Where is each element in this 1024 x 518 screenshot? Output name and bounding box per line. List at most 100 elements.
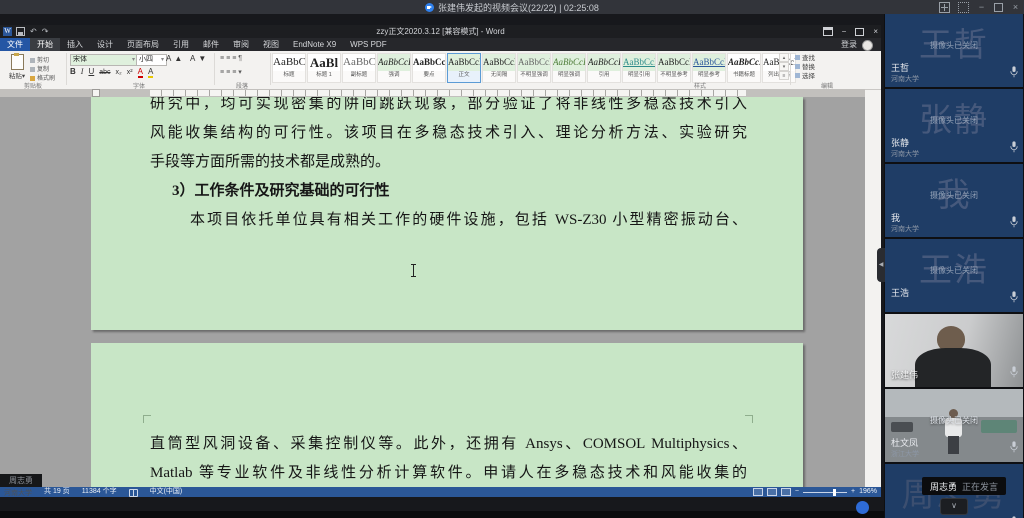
style-chip[interactable]: AaBbCcDc强调 xyxy=(377,53,411,83)
maximize-button[interactable] xyxy=(994,3,1003,12)
grow-font-button[interactable]: A▲ xyxy=(166,54,185,63)
style-chip[interactable]: AaBbCcDc不明显强调 xyxy=(517,53,551,83)
zoom-in-button[interactable]: + xyxy=(851,487,855,497)
print-layout-icon[interactable] xyxy=(767,488,777,496)
zoom-slider[interactable] xyxy=(803,492,847,493)
word-minimize-button[interactable]: − xyxy=(842,27,847,36)
cut-button[interactable]: 剪切 xyxy=(30,55,49,64)
ribbon-tab[interactable]: 邮件 xyxy=(196,38,226,51)
participant-tile[interactable]: 王哲 摄像头已关闭 王哲 河南大学 xyxy=(885,14,1023,87)
paragraph-list-icons[interactable]: ≡≡≡¶ xyxy=(220,55,244,62)
ribbon-tab[interactable]: EndNote X9 xyxy=(286,38,343,51)
bold-button[interactable]: B xyxy=(70,67,76,76)
ribbon-home: 粘贴▾ 剪切 复制 格式刷 剪贴板 宋体▾ 小四▾ A▲ A▼ B I U xyxy=(0,51,881,90)
language-status[interactable]: 中文(中国) xyxy=(150,487,183,497)
style-chip[interactable]: AaBbCcDc正文 xyxy=(447,53,481,83)
participant-tile[interactable]: 我 摄像头已关闭 我 河南大学 xyxy=(885,164,1023,237)
fullscreen-icon[interactable] xyxy=(958,2,969,13)
text-highlight-button[interactable]: A xyxy=(148,67,153,78)
word-restore-button[interactable] xyxy=(855,28,864,36)
find-button[interactable]: 查找 xyxy=(795,54,815,63)
microphone-icon xyxy=(1010,365,1018,383)
horizontal-ruler[interactable] xyxy=(0,89,865,97)
styles-gallery-scroll[interactable]: ▴▾≡ xyxy=(779,53,789,80)
word-status-bar: 共 19 页 11384 个字 中文(中国) − + 196% xyxy=(0,487,881,497)
tab-selector-icon[interactable] xyxy=(92,89,100,97)
ribbon-tab[interactable]: 审阅 xyxy=(226,38,256,51)
meeting-assistant-button[interactable] xyxy=(856,501,869,514)
ribbon-tab[interactable]: 视图 xyxy=(256,38,286,51)
word-close-button[interactable]: × xyxy=(873,27,878,36)
style-chip[interactable]: AaBbC标题 xyxy=(272,53,306,83)
close-button[interactable]: × xyxy=(1011,3,1020,12)
save-button[interactable] xyxy=(16,27,25,36)
microphone-icon xyxy=(1010,440,1018,458)
web-layout-icon[interactable] xyxy=(781,488,791,496)
zoom-out-button[interactable]: − xyxy=(795,487,799,497)
participant-tile[interactable]: 张静 摄像头已关闭 张静 河南大学 xyxy=(885,89,1023,162)
participant-name: 张建伟 xyxy=(891,368,918,381)
participant-tile[interactable]: 王浩 摄像头已关闭 王浩 xyxy=(885,239,1023,312)
ribbon-tab[interactable]: 设计 xyxy=(90,38,120,51)
word-count[interactable]: 11384 个字 xyxy=(82,487,117,497)
sidebar-scroll-down-button[interactable]: ∨ xyxy=(940,498,968,515)
ribbon-tab[interactable]: 页面布局 xyxy=(120,38,166,51)
active-speaker-tooltip: 周志勇 正在发言 xyxy=(922,477,1006,495)
zoom-slider-thumb[interactable] xyxy=(833,489,836,496)
undo-button[interactable]: ↶ xyxy=(30,27,37,36)
style-chip[interactable]: AaBbCcD要点 xyxy=(412,53,446,83)
page-count[interactable]: 共 19 页 xyxy=(44,487,70,497)
sign-in-button[interactable]: 登录 xyxy=(841,38,857,51)
participant-tile[interactable]: 摄像头已关闭 杜文凤 浙江大学 xyxy=(885,389,1023,462)
underline-button[interactable]: U xyxy=(88,67,94,76)
select-button[interactable]: 选择 xyxy=(795,72,815,81)
paragraph-align-icons[interactable]: ≡≡≡▾ xyxy=(220,68,244,76)
ribbon-tab[interactable]: 开始 xyxy=(30,38,60,51)
ribbon-tabs: 文件开始插入设计页面布局引用邮件审阅视图EndNote X9WPS PDF xyxy=(0,38,881,51)
style-chip[interactable]: AaBl标题 1 xyxy=(307,53,341,83)
style-chip[interactable]: AaBbCcD不明显参考 xyxy=(657,53,691,83)
zoom-level[interactable]: 196% xyxy=(859,487,877,497)
layout-grid-icon[interactable] xyxy=(939,2,950,13)
account-avatar[interactable] xyxy=(862,40,873,51)
document-page-2[interactable]: 直筒型风洞设备、采集控制仪等。此外，还拥有 Ansys、COMSOL Multi… xyxy=(91,343,803,487)
meeting-title: 张建伟发起的视频会议(22/22) | 02:25:08 xyxy=(438,1,599,14)
proofing-icon[interactable] xyxy=(129,489,138,497)
replace-button[interactable]: 替换 xyxy=(795,63,815,72)
style-chip[interactable]: AaBbCcDc明显强调 xyxy=(552,53,586,83)
style-chip[interactable]: AaBbC副标题 xyxy=(342,53,376,83)
gallery-up-icon: ▴ xyxy=(779,53,789,62)
document-line: 手段等方面所需的技术都是成熟的。 xyxy=(150,148,747,177)
read-mode-icon[interactable] xyxy=(753,488,763,496)
italic-button[interactable]: I xyxy=(81,67,84,76)
paste-button[interactable]: 粘贴▾ xyxy=(6,54,28,80)
page2-text: 直筒型风洞设备、采集控制仪等。此外，还拥有 Ansys、COMSOL Multi… xyxy=(150,430,747,487)
strikethrough-button[interactable]: abc xyxy=(99,69,110,76)
style-chip[interactable]: AaBbCcD明显参考 xyxy=(692,53,726,83)
microphone-icon xyxy=(1010,290,1018,308)
style-chip[interactable]: AaBbCcD书籍标题 xyxy=(727,53,761,83)
style-chip[interactable]: AaBbCcDc引用 xyxy=(587,53,621,83)
participant-name: 张静 xyxy=(891,136,909,149)
participant-tile[interactable]: 张建伟 xyxy=(885,314,1023,387)
superscript-button[interactable]: x² xyxy=(127,69,133,76)
subscript-button[interactable]: x₂ xyxy=(116,69,122,76)
copy-button[interactable]: 复制 xyxy=(30,64,49,73)
ribbon-tab[interactable]: 插入 xyxy=(60,38,90,51)
ribbon-tab[interactable]: 引用 xyxy=(166,38,196,51)
document-area[interactable]: 研究中，均可实现密集的阱间跳跃现象，部分验证了将非线性多稳态技术引入风能收集结构… xyxy=(0,97,865,487)
ribbon-tab[interactable]: 文件 xyxy=(0,38,30,51)
font-size-combo[interactable]: 小四▾ xyxy=(136,54,167,66)
ribbon-display-options-icon[interactable] xyxy=(823,27,833,36)
minimize-button[interactable]: − xyxy=(977,3,986,12)
style-chip[interactable]: AaBbCcDc明显引用 xyxy=(622,53,656,83)
font-name-combo[interactable]: 宋体▾ xyxy=(70,54,138,66)
sidebar-collapse-handle[interactable]: ◀ xyxy=(877,248,885,282)
style-chip[interactable]: AaBbCcDc无间隔 xyxy=(482,53,516,83)
document-page-1[interactable]: 研究中，均可实现密集的阱间跳跃现象，部分验证了将非线性多稳态技术引入风能收集结构… xyxy=(91,97,803,330)
redo-button[interactable]: ↷ xyxy=(42,27,49,36)
shrink-font-button[interactable]: A▼ xyxy=(190,54,209,63)
font-color-button[interactable]: A xyxy=(138,67,143,78)
ribbon-tab[interactable]: WPS PDF xyxy=(343,38,393,51)
microphone-icon xyxy=(1010,65,1018,83)
